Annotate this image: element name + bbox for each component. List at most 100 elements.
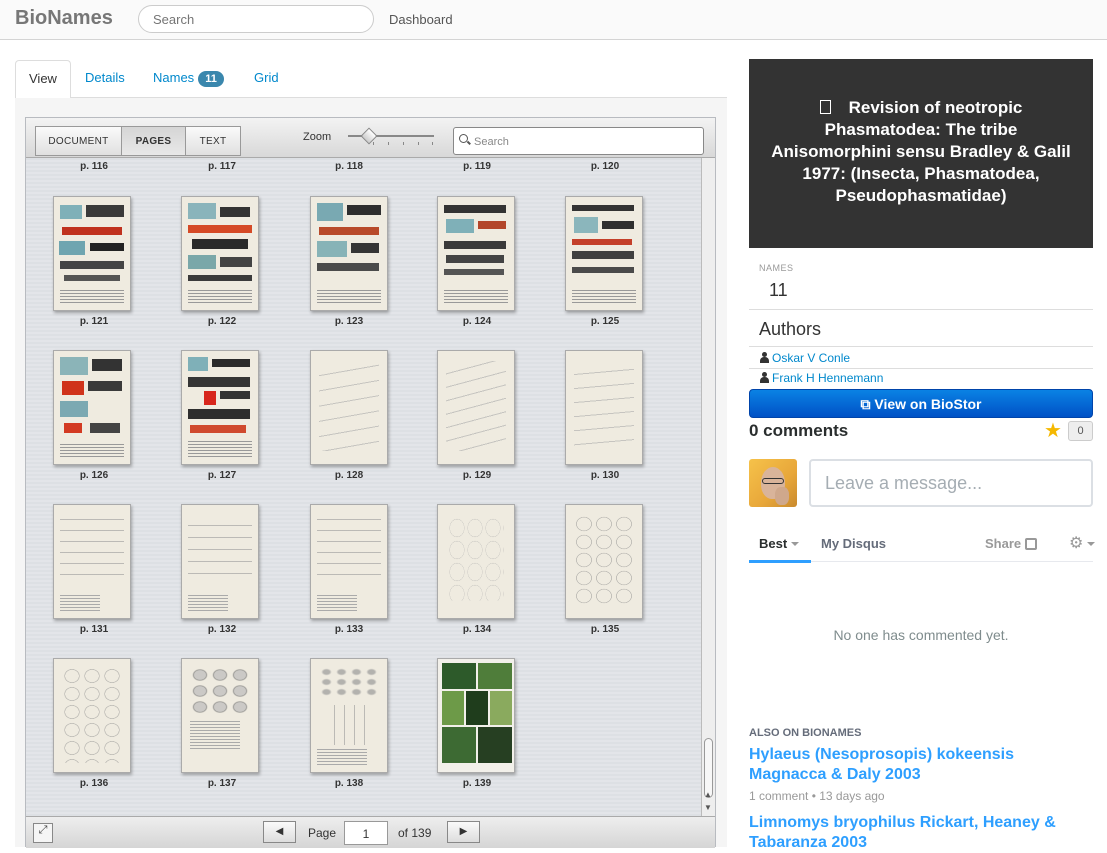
tab-names[interactable]: Names 11 <box>140 60 237 98</box>
dashboard-link[interactable]: Dashboard <box>389 12 453 27</box>
article-title: Revision of neotropic Phasmatodea: The t… <box>769 97 1073 207</box>
empty-comments-message: No one has commented yet. <box>833 627 1009 643</box>
gear-icon[interactable]: ⚙ <box>1069 533 1096 553</box>
names-stat-value: 11 <box>769 280 788 300</box>
share-button[interactable]: Share <box>985 536 1038 551</box>
page-thumbnail[interactable] <box>310 350 388 465</box>
scrollbar-thumb[interactable] <box>704 738 713 798</box>
page-word-label: Page <box>308 826 337 840</box>
tab-details[interactable]: Details <box>72 60 138 98</box>
view-on-biostor-label: View on BioStor <box>874 396 982 412</box>
page-thumbnail[interactable] <box>310 658 388 773</box>
page-thumbnail[interactable] <box>565 504 643 619</box>
previous-page-button[interactable]: ◀ <box>263 821 296 843</box>
article-title-box: Revision of neotropic Phasmatodea: The t… <box>749 59 1093 248</box>
page-thumbnail[interactable] <box>565 350 643 465</box>
pages-grid[interactable]: p. 116 p. 117 p. 118 p. 119 p. 120 p. 12… <box>26 158 701 816</box>
tab-grid[interactable]: Grid <box>241 60 292 98</box>
page-thumbnail[interactable] <box>437 196 515 311</box>
page-label: p. 129 <box>462 470 492 481</box>
next-page-button[interactable]: ▶ <box>447 821 480 843</box>
page-thumbnail[interactable] <box>181 504 259 619</box>
share-label: Share <box>985 536 1022 551</box>
site-search-input[interactable] <box>138 5 374 33</box>
page-label: p. 119 <box>463 161 491 172</box>
page-label: p. 132 <box>207 624 237 635</box>
pages-scrollbar[interactable]: ▲ ▼ <box>701 158 715 816</box>
viewer-pagination-bar: ⤢ ◀ Page 1 of 139 ▶ <box>26 816 715 848</box>
tab-names-label: Names <box>153 70 195 85</box>
pages-mode-button[interactable]: PAGES <box>121 126 186 156</box>
viewer-search-placeholder: Search <box>474 136 509 148</box>
zoom-slider-handle[interactable] <box>360 127 378 145</box>
top-navbar: BioNames Dashboard <box>0 0 1107 40</box>
active-tab-indicator <box>749 560 811 563</box>
search-icon <box>459 134 468 143</box>
avatar[interactable] <box>749 459 797 507</box>
page-label: p. 134 <box>462 624 492 635</box>
chevron-down-icon <box>791 542 800 546</box>
user-icon <box>759 372 770 383</box>
scroll-up-arrow-icon[interactable]: ▲ <box>704 790 712 799</box>
page-label: p. 117 <box>208 161 236 172</box>
page-thumbnail[interactable] <box>53 196 131 311</box>
view-on-biostor-button[interactable]: ⧉ View on BioStor <box>749 389 1093 418</box>
page-thumbnail[interactable] <box>437 504 515 619</box>
tab-best-label: Best <box>759 536 788 551</box>
tab-best[interactable]: Best <box>759 536 800 551</box>
tab-my-disqus[interactable]: My Disqus <box>821 536 886 551</box>
avatar-glasses <box>762 478 784 484</box>
page-label: p. 135 <box>590 624 620 635</box>
text-mode-button[interactable]: TEXT <box>185 126 241 156</box>
viewer-search-input[interactable]: Search <box>453 127 704 155</box>
author-link[interactable]: Oskar V Conle <box>759 351 850 365</box>
view-tabs: View Details Names 11 Grid <box>15 60 727 99</box>
zoom-label: Zoom <box>303 131 332 143</box>
page-number-input[interactable]: 1 <box>344 821 388 845</box>
related-discussion-link[interactable]: Limnomys bryophilus Rickart, Heaney & Ta… <box>749 813 1069 853</box>
page-thumbnail[interactable] <box>181 196 259 311</box>
comment-input[interactable]: Leave a message... <box>809 459 1093 507</box>
divider <box>749 309 1093 310</box>
user-icon <box>759 352 770 363</box>
divider <box>749 368 1093 369</box>
author-link[interactable]: Frank H Hennemann <box>759 371 883 385</box>
page-label: p. 128 <box>334 470 364 481</box>
share-icon <box>1025 538 1038 550</box>
page-label: p. 121 <box>79 316 109 327</box>
page-thumbnail[interactable] <box>437 350 515 465</box>
page-thumbnail[interactable] <box>53 504 131 619</box>
related-discussion-link[interactable]: Hylaeus (Nesoprosopis) kokeensis Magnacc… <box>749 745 1069 785</box>
document-viewer: DOCUMENT PAGES TEXT Zoom Search p. 116 p… <box>25 117 716 848</box>
page-thumbnail[interactable] <box>181 350 259 465</box>
author-name: Frank H Hennemann <box>772 371 884 385</box>
fullscreen-icon[interactable]: ⤢ <box>33 823 53 843</box>
page-thumbnail[interactable] <box>310 504 388 619</box>
page-thumbnail[interactable] <box>310 196 388 311</box>
page-thumbnail[interactable] <box>565 196 643 311</box>
star-icon[interactable]: ★ <box>1044 418 1062 443</box>
document-mode-button[interactable]: DOCUMENT <box>35 126 122 156</box>
author-name: Oskar V Conle <box>772 351 851 365</box>
also-on-label: ALSO ON BIONAMES <box>749 727 862 739</box>
page-thumbnail[interactable] <box>53 350 131 465</box>
page-label: p. 122 <box>207 316 237 327</box>
chevron-down-icon <box>1087 542 1096 546</box>
scroll-down-arrow-icon[interactable]: ▼ <box>704 803 712 812</box>
page-label: p. 138 <box>334 778 364 789</box>
page-thumbnail[interactable] <box>53 658 131 773</box>
page-thumbnail[interactable] <box>437 658 515 773</box>
page-label: p. 139 <box>462 778 492 789</box>
authors-heading: Authors <box>759 319 822 339</box>
page-label: p. 137 <box>207 778 237 789</box>
zoom-tick <box>403 142 404 145</box>
divider <box>749 346 1093 347</box>
document-icon <box>819 100 831 114</box>
article-title-text: Revision of neotropic Phasmatodea: The t… <box>771 98 1071 205</box>
tab-view[interactable]: View <box>15 60 71 99</box>
page-thumbnail[interactable] <box>181 658 259 773</box>
avatar-hand <box>775 487 789 505</box>
brand-logo[interactable]: BioNames <box>15 7 113 30</box>
zoom-tick <box>432 142 433 145</box>
names-stat-label: NAMES <box>759 263 794 273</box>
